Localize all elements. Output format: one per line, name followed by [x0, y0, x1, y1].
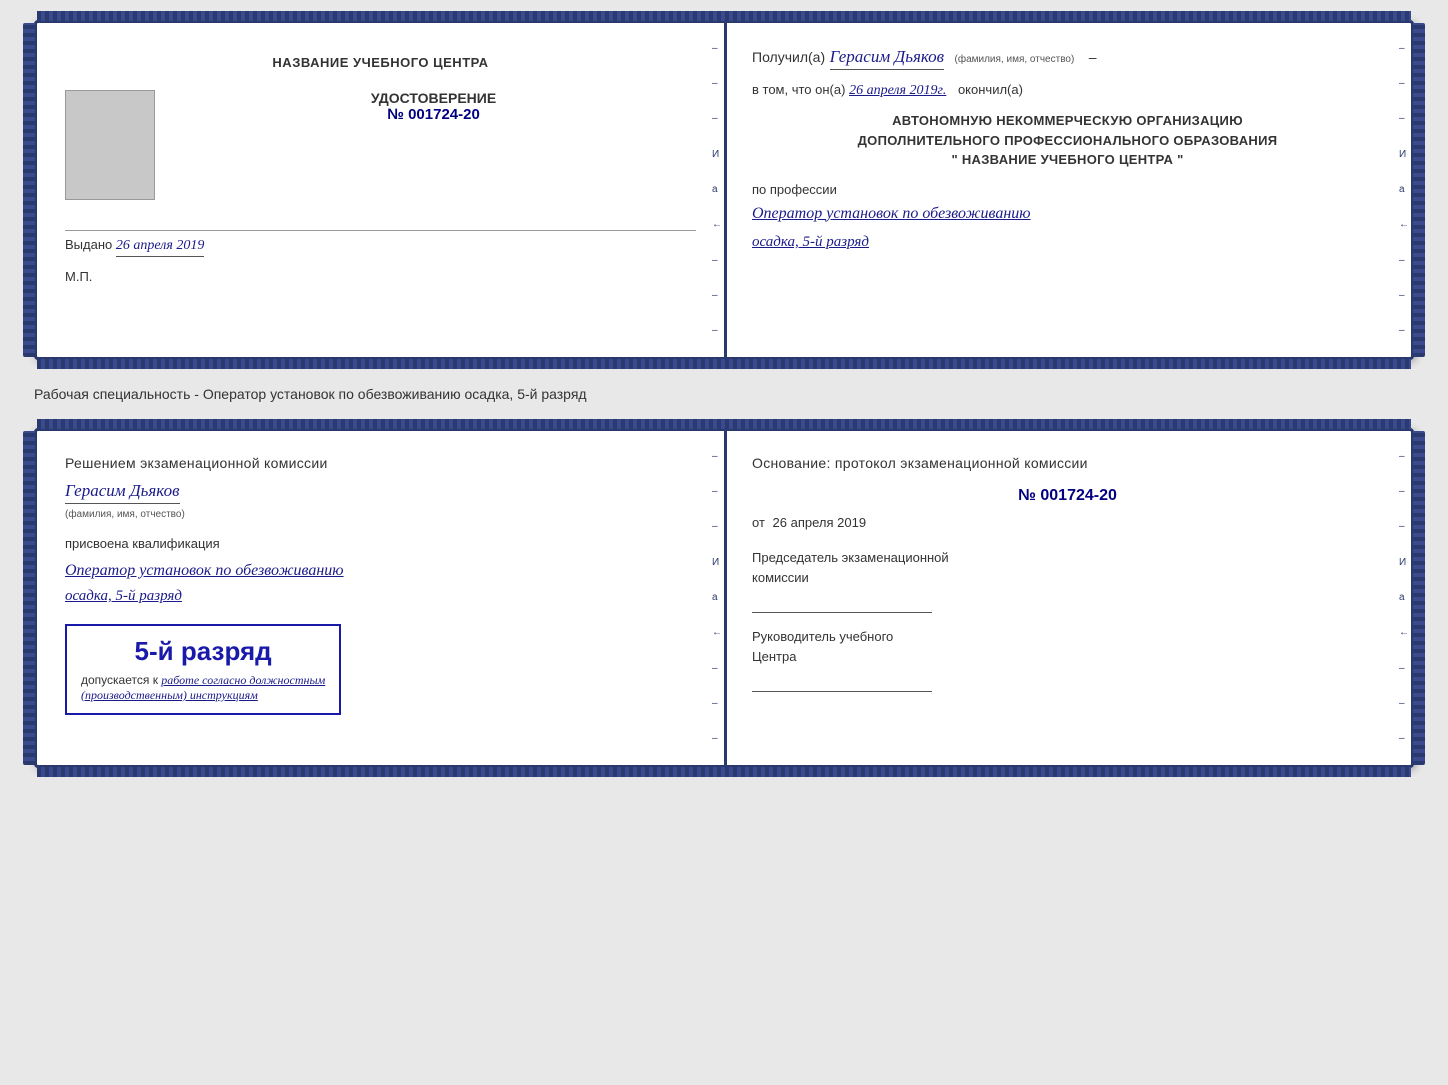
- cert-number-block: УДОСТОВЕРЕНИЕ № 001724-20: [171, 90, 696, 123]
- bottom-left-strip: [23, 431, 35, 765]
- poluchil-block: Получил(а) Герасим Дьяков (фамилия, имя,…: [752, 47, 1383, 70]
- po-professii-label: по профессии: [752, 182, 837, 197]
- bottom-strip: [37, 359, 1411, 369]
- rank-text: 5-й разряд: [81, 636, 325, 667]
- recipient-name-top: Герасим Дьяков: [830, 47, 945, 70]
- side-dashes-top-right: –––Иа←–––: [1397, 23, 1411, 357]
- left-strip: [23, 23, 35, 357]
- rukovoditel-block: Руководитель учебного Центра: [752, 627, 1383, 692]
- osnovanie-label: Основание: протокол экзаменационной коми…: [752, 455, 1383, 471]
- vydano-label: Выдано: [65, 237, 112, 252]
- cert-photo-area: УДОСТОВЕРЕНИЕ № 001724-20: [65, 90, 696, 200]
- rank-box: 5-й разряд допускается к работе согласно…: [65, 624, 341, 715]
- vtom-date: 26 апреля 2019г.: [849, 83, 946, 98]
- predsedatel-block: Председатель экзаменационной комиссии: [752, 548, 1383, 613]
- prisvoena-label: присвоена квалификация: [65, 536, 696, 551]
- bottom-recipient-name: Герасим Дьяков: [65, 481, 180, 504]
- bottom-fio-label: (фамилия, имя, отчество): [65, 509, 185, 520]
- bottom-bottom-strip: [37, 767, 1411, 777]
- rukovoditel-signature-line: [752, 672, 932, 692]
- vtom-suffix: окончил(а): [958, 82, 1023, 97]
- bottom-cert-right: Основание: протокол экзаменационной коми…: [724, 431, 1411, 765]
- side-dashes-bottom-right: –––Иа←–––: [1397, 431, 1411, 765]
- bottom-name-block: Герасим Дьяков (фамилия, имя, отчество): [65, 481, 696, 522]
- org-line3: " НАЗВАНИЕ УЧЕБНОГО ЦЕНТРА ": [752, 150, 1383, 170]
- side-dashes-top-left: –––Иа←–––: [710, 23, 724, 357]
- vtom-block: в том, что он(а) 26 апреля 2019г. окончи…: [752, 82, 1383, 99]
- ot-label: от: [752, 515, 765, 530]
- page-wrapper: НАЗВАНИЕ УЧЕБНОГО ЦЕНТРА УДОСТОВЕРЕНИЕ №…: [34, 20, 1414, 768]
- bottom-cert-left: Решением экзаменационной комиссии Гераси…: [37, 431, 724, 765]
- vydano-date: 26 апреля 2019: [116, 238, 204, 257]
- qualification-line1: Оператор установок по обезвоживанию: [65, 557, 696, 584]
- top-cert-right: Получил(а) Герасим Дьяков (фамилия, имя,…: [724, 23, 1411, 357]
- rukovoditel-label: Руководитель учебного Центра: [752, 627, 1383, 666]
- ot-date: 26 апреля 2019: [773, 515, 867, 530]
- fio-label-top: (фамилия, имя, отчество): [955, 54, 1075, 65]
- top-cert-left: НАЗВАНИЕ УЧЕБНОГО ЦЕНТРА УДОСТОВЕРЕНИЕ №…: [37, 23, 724, 357]
- predsedatel-signature-line: [752, 593, 932, 613]
- top-certificate: НАЗВАНИЕ УЧЕБНОГО ЦЕНТРА УДОСТОВЕРЕНИЕ №…: [34, 20, 1414, 360]
- org-line1: АВТОНОМНУЮ НЕКОММЕРЧЕСКУЮ ОРГАНИЗАЦИЮ: [752, 111, 1383, 131]
- top-strip: [37, 11, 1411, 21]
- dopuskaetsya-text2: (производственным) инструкциям: [81, 688, 258, 702]
- profession-line2: осадка, 5-й разряд: [752, 230, 1383, 254]
- separator-text: Рабочая специальность - Оператор установ…: [34, 378, 1414, 410]
- org-line2: ДОПОЛНИТЕЛЬНОГО ПРОФЕССИОНАЛЬНОГО ОБРАЗО…: [752, 131, 1383, 151]
- side-dashes-bottom-left: –––Иа←–––: [710, 431, 724, 765]
- top-cert-title: НАЗВАНИЕ УЧЕБНОГО ЦЕНТРА: [65, 55, 696, 70]
- profession-line1: Оператор установок по обезвоживанию: [752, 201, 1383, 227]
- dopuskaetsya-block: допускается к работе согласно должностны…: [81, 673, 325, 703]
- vtom-prefix: в том, что он(а): [752, 82, 845, 97]
- qualification-line2: осадка, 5-й разряд: [65, 584, 696, 610]
- bottom-top-strip: [37, 419, 1411, 429]
- dopuskaetsya-prefix: допускается к: [81, 673, 158, 687]
- cert-number: № 001724-20: [171, 106, 696, 123]
- vydano-block: Выдано 26 апреля 2019: [65, 230, 696, 257]
- udostoverenie-label: УДОСТОВЕРЕНИЕ: [171, 90, 696, 106]
- bottom-certificate: Решением экзаменационной комиссии Гераси…: [34, 428, 1414, 768]
- resheniyem-label: Решением экзаменационной комиссии: [65, 455, 696, 471]
- protocol-date-block: от 26 апреля 2019: [752, 515, 1383, 530]
- protocol-number: № 001724-20: [752, 487, 1383, 505]
- poluchil-label: Получил(а): [752, 49, 825, 65]
- org-block: АВТОНОМНУЮ НЕКОММЕРЧЕСКУЮ ОРГАНИЗАЦИЮ ДО…: [752, 111, 1383, 170]
- dopuskaetsya-text: работе согласно должностным: [161, 673, 325, 687]
- predsedatel-label: Председатель экзаменационной комиссии: [752, 548, 1383, 587]
- po-professii-block: по профессии Оператор установок по обезв…: [752, 182, 1383, 255]
- mp-label: М.П.: [65, 269, 696, 284]
- photo-placeholder: [65, 90, 155, 200]
